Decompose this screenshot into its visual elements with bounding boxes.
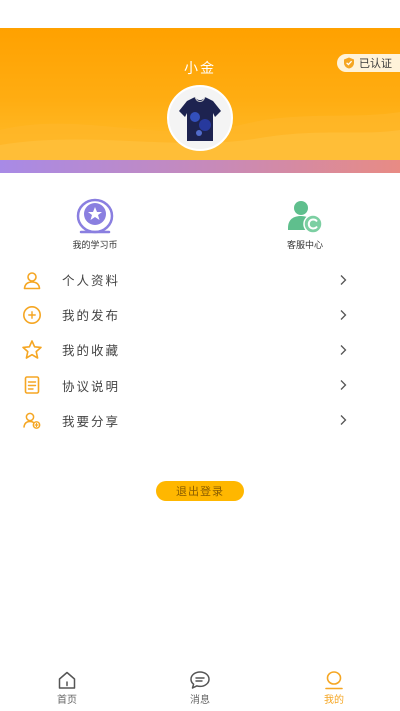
tab-label: 首页 xyxy=(57,695,77,706)
tab-profile[interactable]: 我的 xyxy=(294,670,374,706)
logout-button[interactable]: 退出登录 xyxy=(156,481,244,501)
menu-item-label: 我的收藏 xyxy=(62,343,121,359)
accent-bar xyxy=(0,160,400,173)
chevron-right-icon xyxy=(340,345,347,355)
learning-coins-button[interactable]: 我的学习币 xyxy=(35,198,155,251)
menu-item-my-posts[interactable]: 我的发布 xyxy=(0,297,400,332)
menu-item-label: 我要分享 xyxy=(62,413,121,429)
avatar[interactable] xyxy=(167,85,233,151)
chevron-right-icon xyxy=(340,309,347,320)
profile-header: 小金 已认证 xyxy=(0,28,400,160)
tab-messages[interactable]: 消息 xyxy=(160,670,240,706)
chevron-right-icon xyxy=(340,380,347,391)
chevron-right-icon xyxy=(340,274,347,285)
bottom-tab-bar: 首页 消息 我的 xyxy=(0,664,400,711)
customer-service-icon xyxy=(288,201,323,234)
menu-list: 个人资料 我的发布 我的收藏 协议说明 我要分享 xyxy=(0,262,400,438)
tab-label: 消息 xyxy=(190,695,210,706)
verified-badge[interactable]: 已认证 xyxy=(337,54,400,72)
document-icon xyxy=(21,374,43,396)
customer-service-button[interactable]: 客服中心 xyxy=(245,198,365,251)
chevron-right-icon xyxy=(340,415,347,426)
menu-item-agreement[interactable]: 协议说明 xyxy=(0,368,400,403)
menu-item-label: 我的发布 xyxy=(62,308,121,324)
menu-item-share[interactable]: 我要分享 xyxy=(0,403,400,438)
home-icon xyxy=(58,671,76,689)
avatar-image xyxy=(169,87,231,149)
customer-service-label: 客服中心 xyxy=(286,241,323,251)
tab-home[interactable]: 首页 xyxy=(27,670,107,706)
menu-item-label: 协议说明 xyxy=(62,378,121,394)
star-icon xyxy=(21,339,43,361)
verified-label: 已认证 xyxy=(359,57,392,70)
tab-label: 我的 xyxy=(324,695,344,706)
plus-circle-icon xyxy=(21,304,43,326)
user-icon xyxy=(21,269,43,291)
coin-star-icon xyxy=(76,198,114,234)
share-users-icon xyxy=(21,409,43,431)
profile-icon xyxy=(325,671,343,690)
menu-item-label: 个人资料 xyxy=(62,273,121,289)
message-icon xyxy=(190,671,210,689)
menu-item-favorites[interactable]: 我的收藏 xyxy=(0,332,400,367)
learning-coins-label: 我的学习币 xyxy=(72,241,118,251)
status-bar xyxy=(0,0,400,28)
verified-icon xyxy=(344,57,354,69)
menu-item-profile[interactable]: 个人资料 xyxy=(0,262,400,297)
